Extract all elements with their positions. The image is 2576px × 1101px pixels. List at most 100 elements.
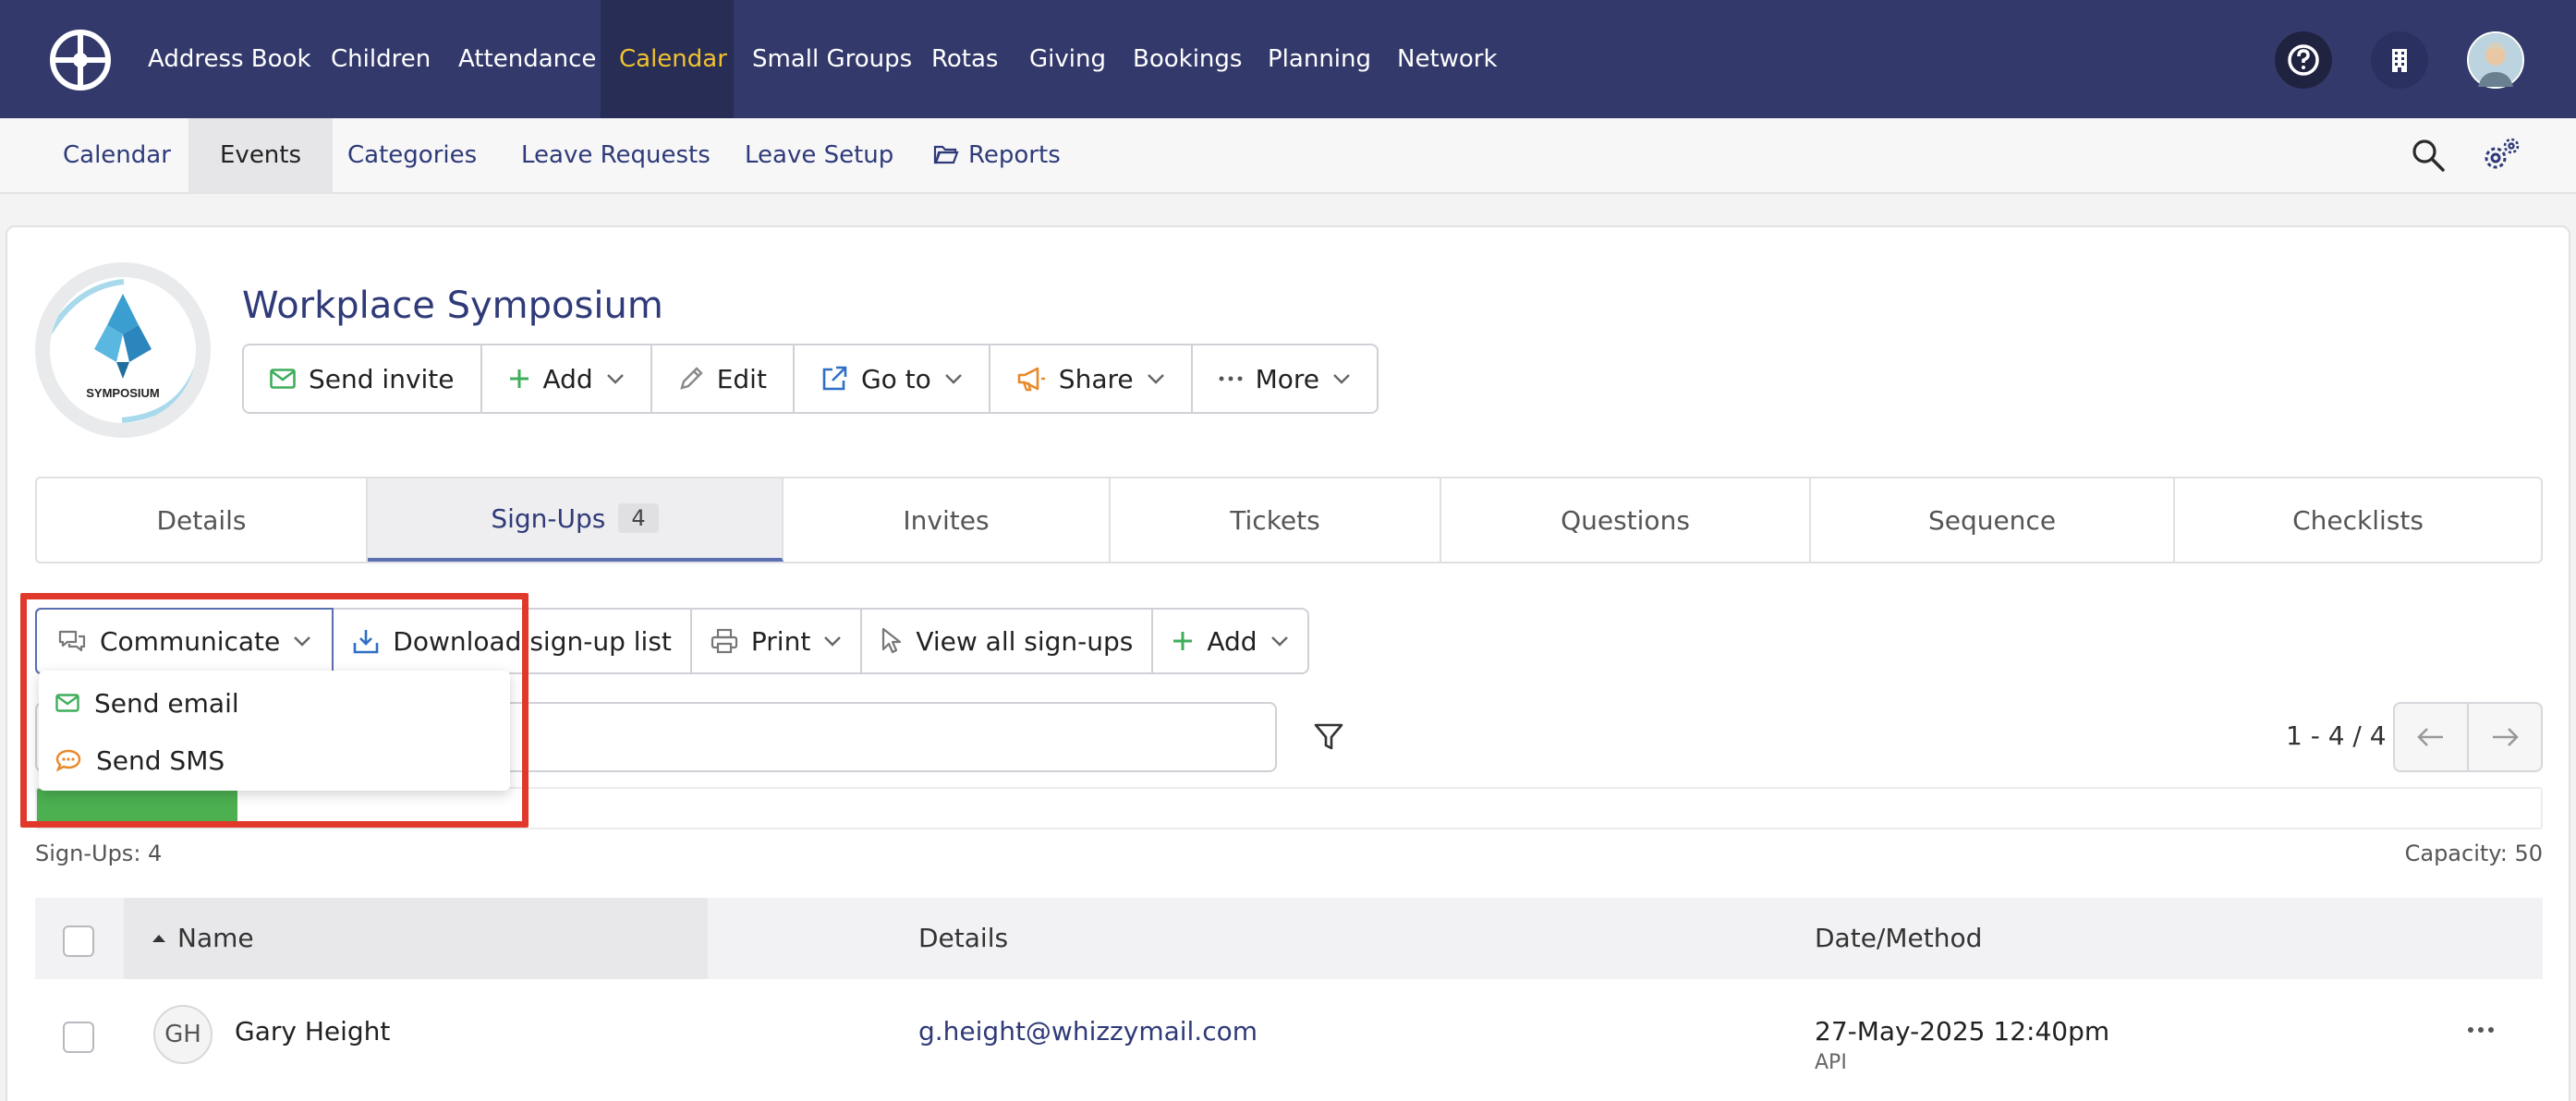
nav-bookings[interactable]: Bookings [1114, 0, 1260, 118]
tab-tickets[interactable]: Tickets [1111, 478, 1441, 562]
event-logo: SYMPOSIUM [35, 262, 211, 438]
envelope-icon [55, 694, 79, 712]
event-tabs: Details Sign-Ups 4 Invites Tickets Quest… [35, 477, 2543, 563]
subnav-leave-setup[interactable]: Leave Setup [713, 118, 925, 192]
pagination-controls [2393, 702, 2543, 772]
view-all-label: View all sign-ups [916, 625, 1134, 657]
date-column-header: Date/Method [1815, 923, 1983, 953]
name-column-header[interactable]: Name [152, 898, 254, 979]
send-invite-button[interactable]: Send invite [244, 345, 482, 412]
person-avatar: GH [153, 1005, 213, 1064]
capacity-progress-fill [37, 789, 237, 828]
print-button[interactable]: Print [692, 610, 863, 672]
signup-add-button[interactable]: Add [1153, 610, 1306, 672]
more-label: More [1255, 363, 1320, 394]
filter-icon[interactable] [1314, 722, 1343, 752]
tab-details[interactable]: Details [37, 478, 368, 562]
nav-children[interactable]: Children [312, 0, 449, 118]
app-logo-icon[interactable] [50, 30, 111, 91]
subnav-events[interactable]: Events [188, 118, 334, 192]
chevron-down-icon [944, 374, 962, 384]
details-column-header: Details [918, 923, 1009, 953]
add-label: Add [542, 363, 593, 394]
capacity-progress-bar [35, 787, 2543, 829]
add-button[interactable]: Add [482, 345, 652, 412]
arrow-right-icon [2493, 728, 2519, 746]
tab-questions[interactable]: Questions [1441, 478, 1811, 562]
signups-count-label: Sign-Ups: 4 [35, 841, 163, 866]
help-icon [2288, 44, 2319, 76]
table-header: Name Details Date/Method [35, 898, 2543, 979]
table-row: GH Gary Height g.height@whizzymail.com 2… [35, 979, 2543, 1101]
ellipsis-icon [1219, 376, 1243, 381]
tab-checklists-label: Checklists [2292, 504, 2424, 536]
more-button[interactable]: More [1193, 345, 1377, 412]
subnav-reports[interactable]: Reports [902, 118, 1092, 192]
go-to-label: Go to [860, 363, 931, 394]
chevron-down-icon [824, 636, 842, 647]
nav-calendar[interactable]: Calendar [601, 0, 734, 118]
print-label: Print [750, 625, 811, 657]
nav-attendance[interactable]: Attendance [440, 0, 614, 118]
tab-signups[interactable]: Sign-Ups 4 [368, 478, 784, 562]
cursor-pointer-icon [882, 627, 902, 654]
send-email-menu-item[interactable]: Send email [55, 680, 239, 726]
download-label: Download sign-up list [393, 625, 672, 657]
search-icon[interactable] [2410, 137, 2447, 174]
communicate-button[interactable]: Communicate [35, 608, 334, 674]
edit-label: Edit [716, 363, 767, 394]
person-email-link[interactable]: g.height@whizzymail.com [918, 1016, 1258, 1047]
tab-invites[interactable]: Invites [784, 478, 1111, 562]
external-link-icon [822, 366, 847, 391]
event-logo-text: SYMPOSIUM [86, 386, 160, 400]
next-page-button[interactable] [2469, 704, 2541, 770]
row-actions-ellipsis-icon[interactable] [2467, 1025, 2495, 1034]
edit-button[interactable]: Edit [652, 345, 795, 412]
tab-questions-label: Questions [1561, 504, 1690, 536]
organisation-button[interactable] [2371, 31, 2428, 89]
communicate-label: Communicate [100, 625, 281, 657]
arrow-left-icon [2417, 728, 2443, 746]
user-photo-icon [2469, 33, 2522, 87]
plus-icon [1173, 632, 1193, 650]
nav-giving[interactable]: Giving [1011, 0, 1124, 118]
send-sms-label: Send SMS [96, 744, 225, 776]
select-all-checkbox[interactable] [63, 926, 94, 957]
subnav-reports-label: Reports [968, 141, 1061, 169]
download-signup-list-button[interactable]: Download sign-up list [334, 610, 692, 672]
person-name[interactable]: Gary Height [235, 1016, 390, 1047]
nav-small-groups[interactable]: Small Groups [734, 0, 930, 118]
subnav-categories[interactable]: Categories [316, 118, 508, 192]
settings-gears-icon[interactable] [2480, 135, 2522, 175]
nav-network[interactable]: Network [1379, 0, 1516, 118]
subnav-leave-requests[interactable]: Leave Requests [490, 118, 742, 192]
nav-rotas[interactable]: Rotas [913, 0, 1016, 118]
subnav-calendar[interactable]: Calendar [31, 118, 202, 192]
go-to-button[interactable]: Go to [795, 345, 990, 412]
tab-sequence-label: Sequence [1927, 504, 2057, 536]
send-invite-label: Send invite [309, 363, 455, 394]
share-label: Share [1058, 363, 1134, 394]
chevron-down-icon [294, 636, 311, 647]
share-button[interactable]: Share [990, 345, 1193, 412]
tab-tickets-label: Tickets [1230, 504, 1320, 536]
previous-page-button[interactable] [2395, 704, 2469, 770]
help-button[interactable] [2275, 31, 2332, 89]
tab-details-label: Details [156, 504, 247, 536]
name-header-label: Name [177, 923, 254, 953]
nav-address-book[interactable]: Address Book [129, 0, 330, 118]
chevron-down-icon [1333, 374, 1350, 384]
signup-add-label: Add [1207, 625, 1258, 657]
megaphone-icon [1017, 367, 1045, 392]
tab-checklists[interactable]: Checklists [2175, 478, 2541, 562]
nav-planning[interactable]: Planning [1249, 0, 1390, 118]
view-all-signups-button[interactable]: View all sign-ups [862, 610, 1154, 672]
tab-sequence[interactable]: Sequence [1811, 478, 2175, 562]
row-checkbox[interactable] [63, 1022, 94, 1053]
sms-bubble-icon [55, 749, 81, 772]
send-sms-menu-item[interactable]: Send SMS [55, 737, 225, 783]
top-nav: Address Book Children Attendance Calenda… [0, 0, 2576, 118]
symposium-logo-icon [50, 279, 196, 423]
tab-signups-label: Sign-Ups [491, 502, 606, 534]
user-avatar[interactable] [2467, 31, 2524, 89]
